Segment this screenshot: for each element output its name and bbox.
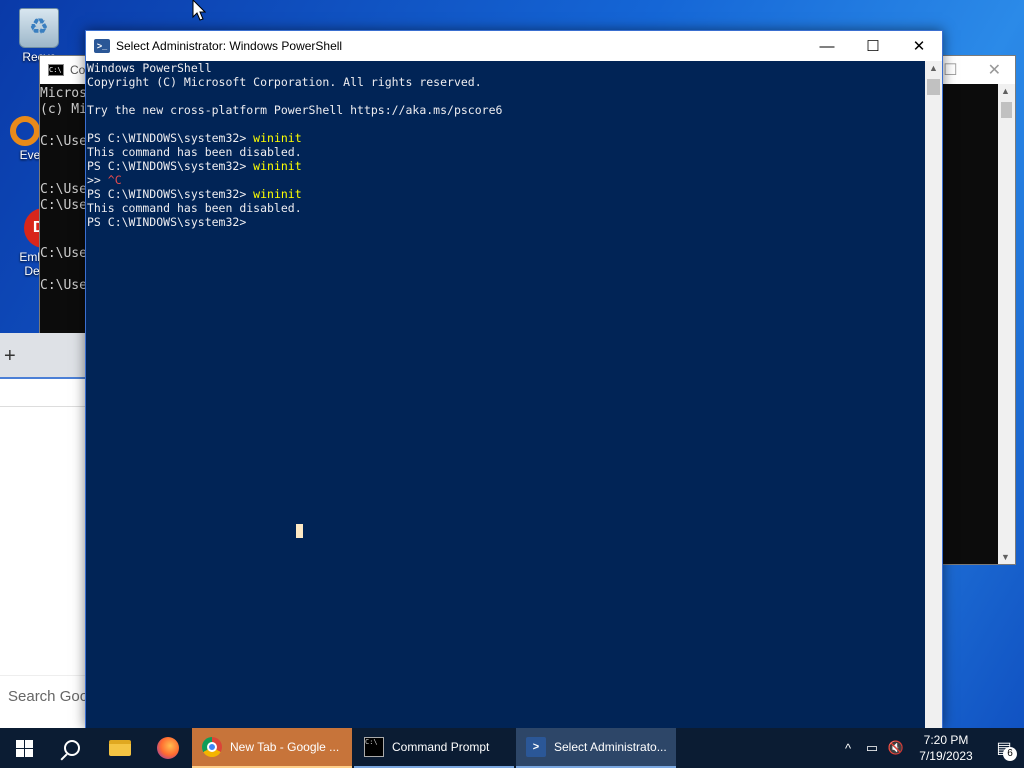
file-explorer-button[interactable] — [96, 728, 144, 768]
firefox-icon — [157, 737, 179, 759]
command-text: wininit — [253, 159, 302, 173]
powershell-icon: > — [526, 737, 546, 757]
cmd-scroll-thumb[interactable] — [1001, 102, 1012, 118]
cmd-scrollbar[interactable]: ▲ ▼ — [998, 84, 1015, 564]
output-text: This command has been disabled. — [87, 145, 302, 159]
taskbar-app-label: Select Administrato... — [554, 740, 667, 754]
cmd-window-title: Co — [70, 63, 86, 77]
powershell-line — [87, 117, 926, 131]
recycle-bin-icon — [19, 8, 59, 48]
cmd-window-icon: C:\ — [48, 64, 64, 76]
powershell-line: PS C:\WINDOWS\system32> wininit — [87, 159, 926, 173]
windows-logo-icon — [15, 739, 33, 757]
network-icon[interactable]: ▭ — [860, 740, 884, 756]
powershell-line: This command has been disabled. — [87, 201, 926, 215]
command-text: wininit — [253, 131, 302, 145]
prompt-text: PS C:\WINDOWS\system32> — [87, 159, 254, 173]
notification-count-badge: 6 — [1003, 747, 1017, 761]
browser-tabstrip: + — [0, 333, 86, 377]
clock-time: 7:20 PM — [923, 733, 969, 747]
scroll-up-icon[interactable]: ▲ — [1001, 86, 1010, 96]
powershell-scroll-thumb[interactable] — [927, 79, 940, 95]
chrome-browser-window[interactable]: + Search Goo — [0, 333, 86, 728]
folder-icon — [109, 740, 131, 756]
powershell-line: This command has been disabled. — [87, 145, 926, 159]
mouse-pointer-icon — [192, 0, 206, 21]
output-text: Try the new cross-platform PowerShell ht… — [87, 103, 503, 117]
cmd-maximize-icon[interactable]: ☐ — [943, 60, 957, 80]
command-prompt-icon: C:\ — [364, 737, 384, 757]
chrome-icon — [202, 737, 222, 757]
every-app-icon — [10, 116, 40, 146]
search-icon — [64, 740, 80, 756]
taskbar-app-label: Command Prompt — [392, 740, 490, 754]
output-text: Copyright (C) Microsoft Corporation. All… — [87, 75, 482, 89]
volume-muted-icon[interactable]: 🔇 — [884, 740, 908, 756]
taskbar-app-chrome[interactable]: New Tab - Google ... — [192, 728, 352, 768]
powershell-line: PS C:\WINDOWS\system32> — [87, 215, 926, 229]
prompt-text: PS C:\WINDOWS\system32> — [87, 131, 254, 145]
clock[interactable]: 7:20 PM 7/19/2023 — [908, 732, 984, 764]
browser-address-bar[interactable] — [0, 377, 86, 407]
taskbar-app-command-prompt[interactable]: C:\ Command Prompt — [354, 728, 514, 768]
scroll-up-icon[interactable]: ▲ — [929, 63, 938, 73]
google-search-box[interactable]: Search Goo — [0, 675, 86, 719]
action-center-button[interactable]: ▤ 6 — [984, 728, 1024, 768]
powershell-line: Copyright (C) Microsoft Corporation. All… — [87, 75, 926, 89]
output-text: Windows PowerShell — [87, 61, 212, 75]
taskbar-app-label: New Tab - Google ... — [230, 740, 340, 754]
powershell-scrollbar[interactable]: ▲ — [925, 61, 942, 728]
cmd-close-icon[interactable]: ✕ — [988, 60, 1001, 80]
powershell-line: PS C:\WINDOWS\system32> wininit — [87, 187, 926, 201]
powershell-line: PS C:\WINDOWS\system32> wininit — [87, 131, 926, 145]
powershell-console[interactable]: Windows PowerShell Copyright (C) Microsof… — [86, 61, 926, 728]
text-cursor — [296, 524, 303, 538]
powershell-line: Windows PowerShell — [87, 61, 926, 75]
taskbar: New Tab - Google ... C:\ Command Prompt … — [0, 728, 1024, 768]
powershell-line: Try the new cross-platform PowerShell ht… — [87, 103, 926, 117]
prompt-text: PS C:\WINDOWS\system32> — [87, 215, 254, 229]
prompt-text: >> — [87, 173, 108, 187]
powershell-output: Windows PowerShell Copyright (C) Microsof… — [86, 61, 926, 229]
powershell-icon: >_ — [94, 39, 110, 53]
search-button[interactable] — [48, 728, 96, 768]
powershell-line: >> ^C — [87, 173, 926, 187]
interrupt-text: ^C — [107, 173, 122, 187]
output-text: This command has been disabled. — [87, 201, 302, 215]
new-tab-button[interactable]: + — [4, 345, 16, 368]
close-button[interactable]: ✕ — [896, 31, 942, 61]
powershell-line — [87, 89, 926, 103]
system-tray: ^ ▭ 🔇 7:20 PM 7/19/2023 ▤ 6 — [836, 728, 1024, 768]
maximize-button[interactable]: ☐ — [850, 31, 896, 61]
taskbar-app-powershell[interactable]: > Select Administrato... — [516, 728, 676, 768]
powershell-window[interactable]: >_ Select Administrator: Windows PowerSh… — [85, 30, 943, 728]
clock-date: 7/19/2023 — [919, 749, 973, 763]
firefox-button[interactable] — [144, 728, 192, 768]
powershell-window-title: Select Administrator: Windows PowerShell — [116, 39, 343, 53]
prompt-text: PS C:\WINDOWS\system32> — [87, 187, 254, 201]
minimize-button[interactable]: — — [804, 31, 850, 61]
start-button[interactable] — [0, 728, 48, 768]
command-text: wininit — [253, 187, 302, 201]
chevron-up-icon[interactable]: ^ — [836, 741, 860, 756]
scroll-down-icon[interactable]: ▼ — [1001, 552, 1010, 562]
